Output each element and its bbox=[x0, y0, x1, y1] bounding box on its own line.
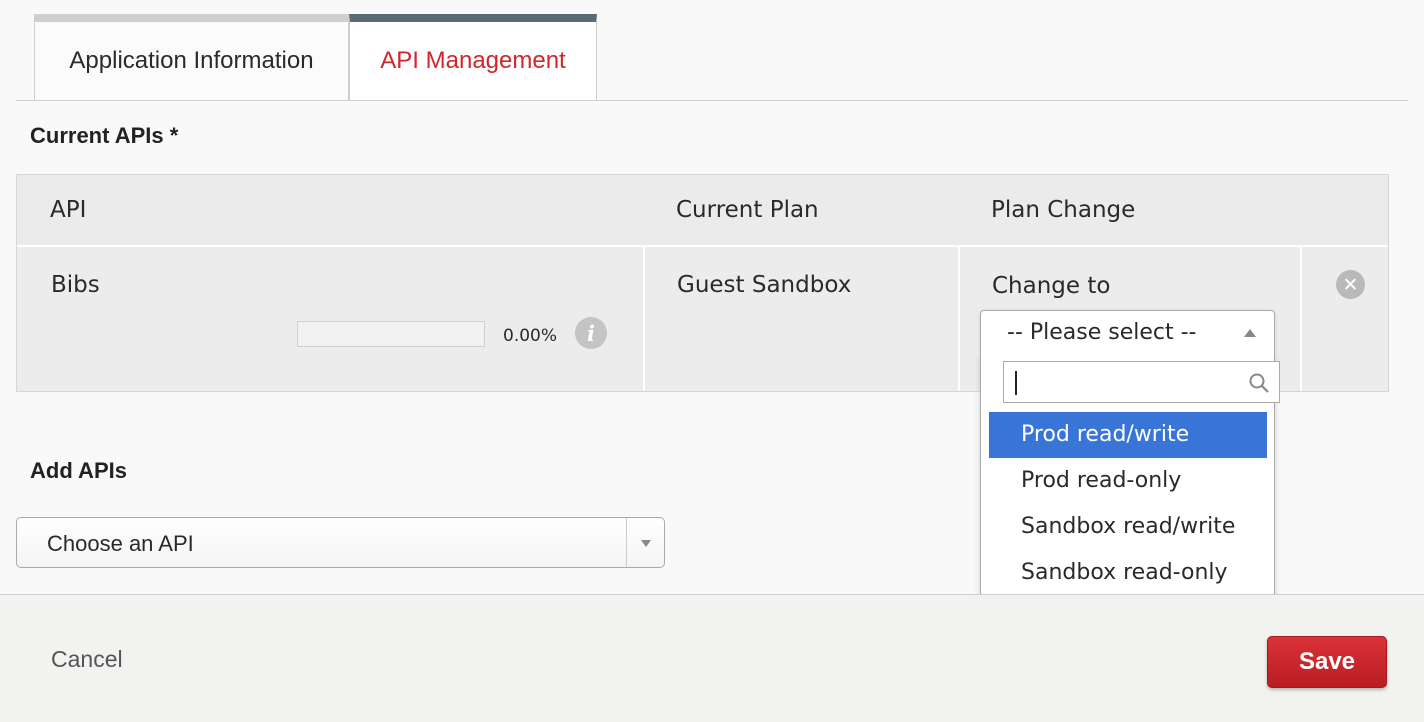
current-plan: Guest Sandbox bbox=[677, 272, 852, 298]
tab-application-information[interactable]: Application Information bbox=[34, 14, 349, 100]
plan-change-label: Change to bbox=[992, 273, 1111, 299]
column-header-plan-change: Plan Change bbox=[991, 197, 1136, 223]
plan-change-select[interactable]: -- Please select -- bbox=[980, 310, 1275, 354]
api-select-value: Choose an API bbox=[47, 531, 194, 556]
dropdown-option[interactable]: Sandbox read/write bbox=[989, 504, 1267, 550]
dropdown-option[interactable]: Sandbox read-only bbox=[989, 550, 1267, 596]
column-header-api: API bbox=[50, 197, 87, 223]
column-header-current-plan: Current Plan bbox=[676, 197, 819, 223]
select-toggle[interactable] bbox=[626, 518, 664, 567]
chevron-up-icon bbox=[1244, 329, 1256, 337]
save-button[interactable]: Save bbox=[1267, 636, 1387, 688]
api-name: Bibs bbox=[51, 272, 100, 298]
footer: Cancel Save bbox=[0, 594, 1424, 722]
table-header: API Current Plan Plan Change bbox=[17, 175, 1388, 247]
plan-dropdown: Prod read/write Prod read-only Sandbox r… bbox=[980, 353, 1280, 606]
tab-label: API Management bbox=[380, 47, 566, 74]
add-apis-heading: Add APIs bbox=[30, 458, 127, 483]
choose-api-select[interactable]: Choose an API bbox=[16, 517, 665, 568]
dropdown-option[interactable]: Prod read/write bbox=[989, 412, 1267, 458]
cancel-button[interactable]: Cancel bbox=[51, 646, 123, 673]
usage-progress-bar bbox=[297, 321, 485, 347]
text-caret bbox=[1015, 371, 1017, 395]
remove-icon[interactable]: ✕ bbox=[1336, 270, 1365, 299]
tab-api-management[interactable]: API Management bbox=[349, 14, 597, 100]
chevron-down-icon bbox=[641, 540, 651, 547]
plan-search-input[interactable] bbox=[1003, 361, 1280, 403]
usage-percent: 0.00% bbox=[503, 326, 558, 346]
plan-select-value: -- Please select -- bbox=[1007, 320, 1197, 345]
tab-divider bbox=[16, 100, 1408, 101]
search-icon bbox=[1249, 373, 1269, 393]
info-icon[interactable]: i bbox=[575, 317, 607, 349]
dropdown-option[interactable]: Prod read-only bbox=[989, 458, 1267, 504]
current-apis-heading: Current APIs * bbox=[30, 123, 179, 148]
tab-label: Application Information bbox=[69, 47, 314, 74]
